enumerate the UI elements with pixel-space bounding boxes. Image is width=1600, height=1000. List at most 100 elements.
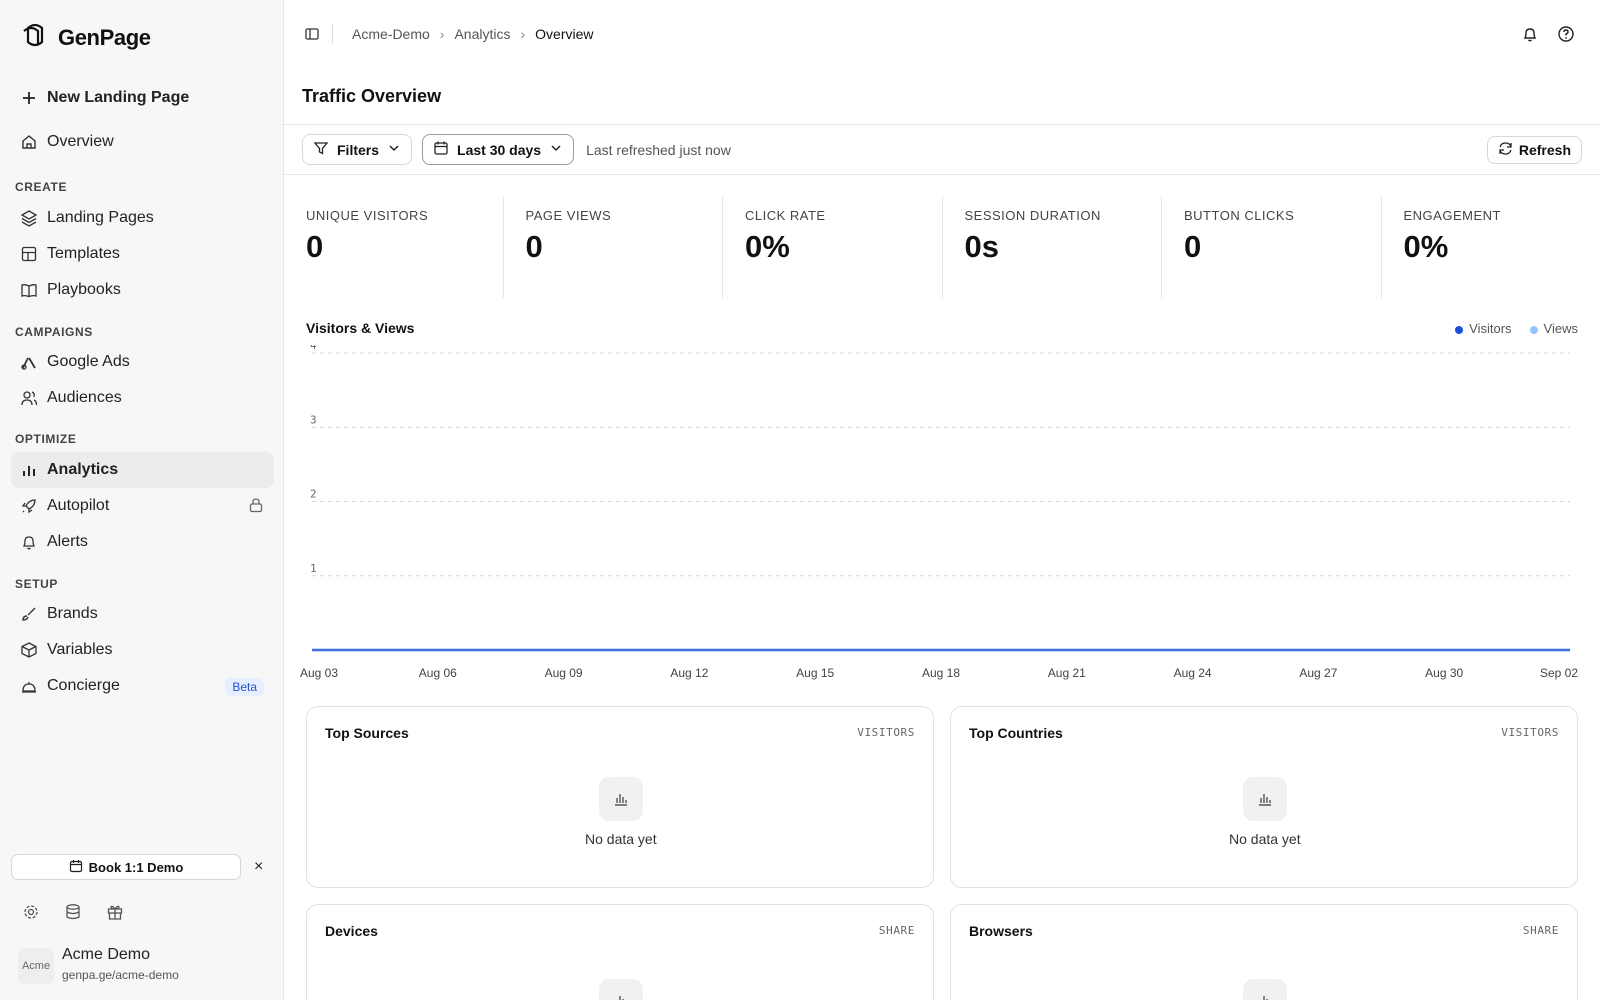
section-optimize: OPTIMIZE	[15, 432, 77, 446]
book-demo-button[interactable]: Book 1:1 Demo	[11, 854, 241, 880]
legend-dot	[1529, 325, 1538, 334]
help-icon[interactable]	[1556, 24, 1576, 44]
chart-legend: Visitors Views	[1455, 321, 1578, 336]
legend-item-visitors[interactable]: Visitors	[1455, 321, 1512, 336]
metric-label: ENGAGEMENT	[1403, 208, 1501, 223]
layers-icon	[20, 209, 38, 227]
metric-page-views: PAGE VIEWS 0	[504, 196, 723, 298]
sidebar-item-templates[interactable]: Templates	[11, 236, 274, 272]
card-browsers: Browsers SHARE	[950, 904, 1578, 1000]
beta-badge: Beta	[225, 678, 264, 696]
card-metric-label: VISITORS	[1501, 726, 1559, 739]
empty-state-text: No data yet	[585, 831, 657, 847]
sidebar-item-label: Concierge	[47, 677, 120, 694]
card-metric-label: VISITORS	[857, 726, 915, 739]
sidebar-item-label: Analytics	[47, 461, 119, 478]
x-tick-label: Aug 03	[300, 666, 338, 680]
x-tick-label: Aug 21	[1048, 666, 1086, 680]
metric-label: SESSION DURATION	[964, 208, 1101, 223]
sidebar-item-overview[interactable]: Overview	[11, 124, 274, 160]
breadcrumb-current: Overview	[535, 26, 594, 42]
sidebar-item-label: Variables	[47, 641, 113, 658]
gear-icon[interactable]	[22, 903, 40, 921]
metric-session-duration: SESSION DURATION 0s	[943, 196, 1162, 298]
sidebar-item-landing-pages[interactable]: Landing Pages	[11, 200, 274, 236]
sidebar-item-variables[interactable]: Variables	[11, 632, 274, 668]
sidebar-item-brands[interactable]: Brands	[11, 596, 274, 632]
divider	[284, 174, 1600, 175]
sidebar-item-label: Alerts	[47, 533, 88, 550]
x-tick-label: Aug 18	[922, 666, 960, 680]
metric-value: 0%	[1403, 229, 1449, 264]
google-ads-icon	[20, 353, 38, 371]
card-title: Top Sources	[325, 725, 409, 741]
last-refreshed-text: Last refreshed just now	[586, 141, 731, 158]
card-metric-label: SHARE	[1522, 924, 1559, 937]
sidebar-toggle-icon[interactable]	[304, 26, 320, 47]
x-tick-label: Aug 06	[419, 666, 457, 680]
calendar-icon	[69, 859, 83, 876]
x-tick-label: Aug 30	[1425, 666, 1463, 680]
date-range-select[interactable]: Last 30 days	[422, 134, 575, 165]
divider	[284, 124, 1600, 125]
chevron-right-icon: ›	[520, 26, 526, 42]
y-tick-label: 2	[310, 488, 317, 501]
x-tick-label: Aug 27	[1299, 666, 1337, 680]
brand-logo[interactable]: GenPage	[20, 20, 151, 55]
metric-value: 0%	[745, 229, 790, 264]
close-demo-button[interactable]: ×	[254, 858, 263, 876]
notification-bell-icon[interactable]	[1520, 24, 1540, 44]
users-icon	[20, 389, 38, 407]
chart-title: Visitors & Views	[306, 320, 415, 336]
sidebar-item-label: Brands	[47, 605, 98, 622]
metric-label: BUTTON CLICKS	[1184, 208, 1295, 223]
sidebar-item-google-ads[interactable]: Google Ads	[11, 344, 274, 380]
paintbrush-icon	[20, 605, 38, 623]
home-icon	[20, 133, 38, 151]
bell-icon	[20, 533, 38, 551]
x-tick-label: Aug 15	[796, 666, 834, 680]
metric-label: PAGE VIEWS	[525, 208, 612, 223]
toolbar: Filters Last 30 days Last refreshed just…	[302, 134, 731, 165]
sidebar-item-alerts[interactable]: Alerts	[11, 524, 274, 560]
box-icon	[20, 641, 38, 659]
filters-button[interactable]: Filters	[302, 134, 413, 165]
refresh-label: Refresh	[1518, 142, 1571, 158]
card-title: Top Countries	[969, 725, 1063, 741]
sidebar-item-autopilot[interactable]: Autopilot	[11, 488, 274, 524]
bar-chart-icon	[599, 979, 643, 1000]
refresh-icon	[1498, 141, 1513, 159]
account-name[interactable]: Acme Demo	[62, 946, 150, 964]
book-demo-label: Book 1:1 Demo	[88, 859, 184, 875]
page-title: Traffic Overview	[302, 86, 442, 106]
legend-label: Visitors	[1469, 321, 1512, 336]
sidebar-item-concierge[interactable]: Concierge Beta	[11, 668, 274, 704]
sidebar-item-analytics[interactable]: Analytics	[11, 452, 274, 488]
y-tick-label: 1	[310, 562, 317, 575]
gift-icon[interactable]	[106, 903, 124, 921]
avatar[interactable]: Acme	[18, 948, 54, 984]
new-landing-page-button[interactable]: New Landing Page	[11, 80, 274, 116]
legend-item-views[interactable]: Views	[1529, 321, 1578, 336]
sidebar-item-label: Overview	[47, 133, 114, 150]
sidebar-item-label: Audiences	[47, 389, 122, 406]
top-icons	[1520, 24, 1576, 44]
chevron-right-icon: ›	[439, 26, 445, 42]
metric-unique-visitors: UNIQUE VISITORS 0	[284, 196, 504, 298]
x-tick-label: Aug 09	[545, 666, 583, 680]
breadcrumb-analytics[interactable]: Analytics	[454, 26, 510, 42]
sidebar: GenPage New Landing Page Overview CREATE…	[0, 0, 284, 1000]
legend-dot	[1455, 325, 1464, 334]
empty-state-text: No data yet	[1229, 831, 1301, 847]
bar-chart-icon	[599, 777, 643, 821]
sidebar-item-audiences[interactable]: Audiences	[11, 380, 274, 416]
metric-engagement: ENGAGEMENT 0%	[1382, 196, 1600, 298]
breadcrumb-workspace[interactable]: Acme-Demo	[352, 26, 430, 42]
sidebar-item-label: Landing Pages	[47, 209, 154, 226]
metrics-row: UNIQUE VISITORS 0 PAGE VIEWS 0 CLICK RAT…	[284, 196, 1600, 298]
sidebar-item-playbooks[interactable]: Playbooks	[11, 272, 274, 308]
database-icon[interactable]	[64, 903, 82, 921]
refresh-button[interactable]: Refresh	[1486, 136, 1582, 164]
bar-chart-icon	[1243, 777, 1287, 821]
legend-label: Views	[1543, 321, 1578, 336]
